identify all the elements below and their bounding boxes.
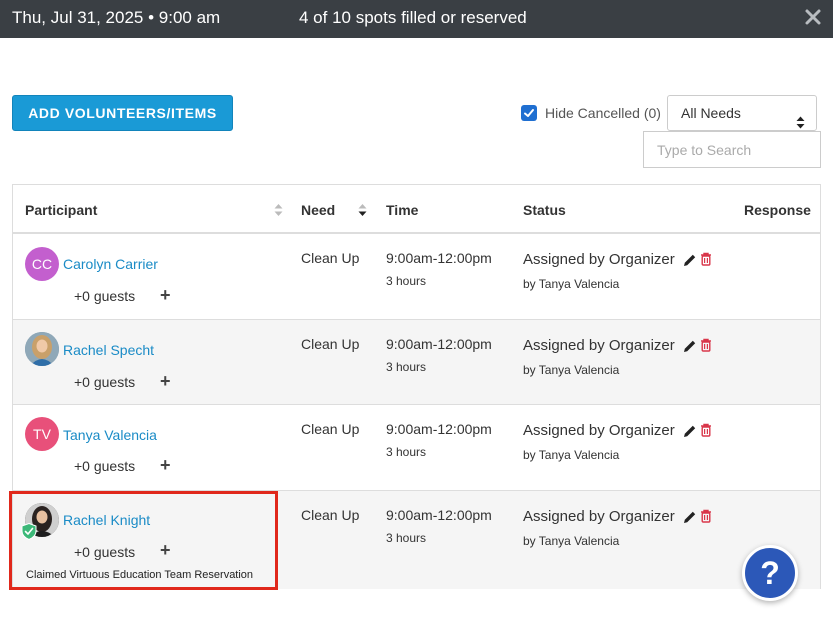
need-value: Clean Up [301,421,360,437]
modal-header: Thu, Jul 31, 2025 • 9:00 am 4 of 10 spot… [0,0,833,38]
time-value: 9:00am-12:00pm [386,507,492,523]
add-guest-plus-icon[interactable]: + [160,286,171,304]
sort-desc-icon[interactable] [358,203,367,222]
need-value: Clean Up [301,336,360,352]
table-row: Rachel Specht +0 guests + Clean Up 9:00a… [13,320,820,405]
trash-icon[interactable] [700,423,712,442]
trash-icon[interactable] [700,509,712,528]
search-input[interactable] [643,131,821,168]
table-row: TV Tanya Valencia +0 guests + Clean Up 9… [13,405,820,491]
column-time[interactable]: Time [386,202,418,218]
need-value: Clean Up [301,507,360,523]
participant-name-link[interactable]: Rachel Specht [63,342,154,358]
duration-value: 3 hours [386,360,427,374]
add-guest-plus-icon[interactable]: + [160,372,171,390]
time-value: 9:00am-12:00pm [386,336,492,352]
table-row: CC Carolyn Carrier +0 guests + Clean Up … [13,234,820,320]
assigned-by: by Tanya Valencia [523,534,620,548]
hide-cancelled-label: Hide Cancelled (0) [545,105,661,121]
duration-value: 3 hours [386,274,427,288]
assigned-by: by Tanya Valencia [523,448,620,462]
participant-name-link[interactable]: Carolyn Carrier [63,256,158,272]
need-value: Clean Up [301,250,360,266]
status-text: Assigned by Organizer [523,508,675,525]
duration-value: 3 hours [386,445,427,459]
slot-date: Thu, Jul 31, 2025 • 9:00 am [12,8,221,27]
spots-filled: 4 of 10 spots filled or reserved [299,8,527,27]
hide-cancelled-toggle[interactable]: Hide Cancelled (0) [521,104,661,122]
status-text: Assigned by Organizer [523,251,675,268]
sort-icon[interactable] [274,203,283,222]
close-icon[interactable] [803,7,823,27]
highlight-box [9,491,278,590]
participant-name-link[interactable]: Tanya Valencia [63,427,157,443]
column-response[interactable]: Response [744,202,811,218]
guests-count: +0 guests [74,288,136,304]
assigned-by: by Tanya Valencia [523,277,620,291]
pencil-icon[interactable] [683,339,697,358]
pencil-icon[interactable] [683,510,697,529]
avatar: CC [25,247,59,281]
avatar [25,332,59,366]
duration-value: 3 hours [386,531,427,545]
help-button[interactable]: ? [742,545,798,601]
add-volunteers-button[interactable]: ADD VOLUNTEERS/ITEMS [12,95,233,131]
table-header: Participant Need Time Status Response [13,185,820,234]
guests-count: +0 guests [74,374,136,390]
avatar: TV [25,417,59,451]
needs-filter-select[interactable]: All Needs [667,95,817,131]
column-participant[interactable]: Participant [25,202,97,218]
pencil-icon[interactable] [683,253,697,272]
trash-icon[interactable] [700,252,712,271]
column-status[interactable]: Status [523,202,566,218]
column-need[interactable]: Need [301,202,335,218]
add-guest-plus-icon[interactable]: + [160,456,171,474]
status-text: Assigned by Organizer [523,422,675,439]
guests-count: +0 guests [74,458,136,474]
needs-filter-value: All Needs [681,105,741,121]
pencil-icon[interactable] [683,424,697,443]
time-value: 9:00am-12:00pm [386,250,492,266]
trash-icon[interactable] [700,338,712,357]
hide-cancelled-checkbox[interactable] [521,105,537,121]
status-text: Assigned by Organizer [523,337,675,354]
time-value: 9:00am-12:00pm [386,421,492,437]
assigned-by: by Tanya Valencia [523,363,620,377]
